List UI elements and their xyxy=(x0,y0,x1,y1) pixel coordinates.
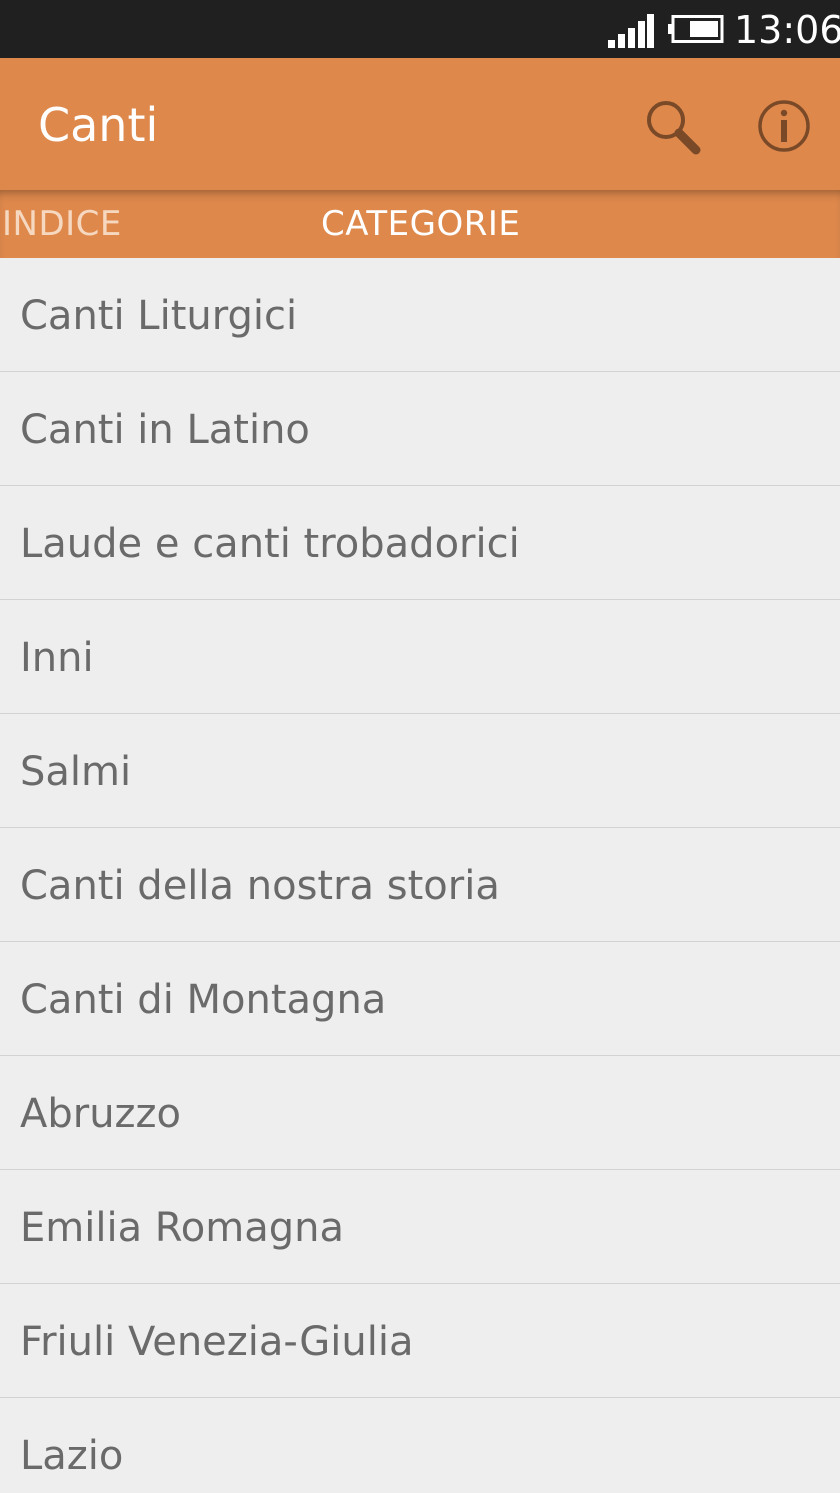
battery-icon xyxy=(668,15,724,43)
status-bar: 13:06 xyxy=(0,0,840,58)
list-item[interactable]: Lazio xyxy=(0,1398,840,1493)
list-item-label: Canti della nostra storia xyxy=(20,863,500,909)
list-item[interactable]: Salmi xyxy=(0,714,840,828)
search-icon[interactable] xyxy=(642,96,704,158)
tab-categorie[interactable]: CATEGORIE xyxy=(321,202,520,246)
status-clock: 13:06 xyxy=(734,8,840,52)
tab-bar: INDICE CATEGORIE xyxy=(0,190,840,258)
list-item-label: Canti di Montagna xyxy=(20,977,387,1023)
list-item-label: Salmi xyxy=(20,749,132,795)
list-item[interactable]: Emilia Romagna xyxy=(0,1170,840,1284)
list-item[interactable]: Laude e canti trobadorici xyxy=(0,486,840,600)
category-list: Canti Liturgici Canti in Latino Laude e … xyxy=(0,258,840,1493)
list-item[interactable]: Canti della nostra storia xyxy=(0,828,840,942)
list-item[interactable]: Abruzzo xyxy=(0,1056,840,1170)
list-item-label: Inni xyxy=(20,635,94,681)
app-title: Canti xyxy=(38,98,159,152)
list-item[interactable]: Inni xyxy=(0,600,840,714)
list-item-label: Friuli Venezia-Giulia xyxy=(20,1319,414,1365)
list-item-label: Canti Liturgici xyxy=(20,293,298,339)
tab-indice[interactable]: INDICE xyxy=(2,202,122,246)
list-item[interactable]: Canti Liturgici xyxy=(0,258,840,372)
list-item-label: Emilia Romagna xyxy=(20,1205,345,1251)
signal-icon xyxy=(608,14,654,48)
list-item[interactable]: Canti di Montagna xyxy=(0,942,840,1056)
list-item-label: Lazio xyxy=(20,1433,124,1479)
list-item-label: Canti in Latino xyxy=(20,407,310,453)
list-item[interactable]: Friuli Venezia-Giulia xyxy=(0,1284,840,1398)
list-item-label: Abruzzo xyxy=(20,1091,182,1137)
action-bar: Canti xyxy=(0,58,840,190)
info-icon[interactable] xyxy=(756,98,812,154)
list-item[interactable]: Canti in Latino xyxy=(0,372,840,486)
app-screen: 13:06 Canti INDICE CATEGORIE Canti Litur… xyxy=(0,0,840,1493)
list-item-label: Laude e canti trobadorici xyxy=(20,521,520,567)
